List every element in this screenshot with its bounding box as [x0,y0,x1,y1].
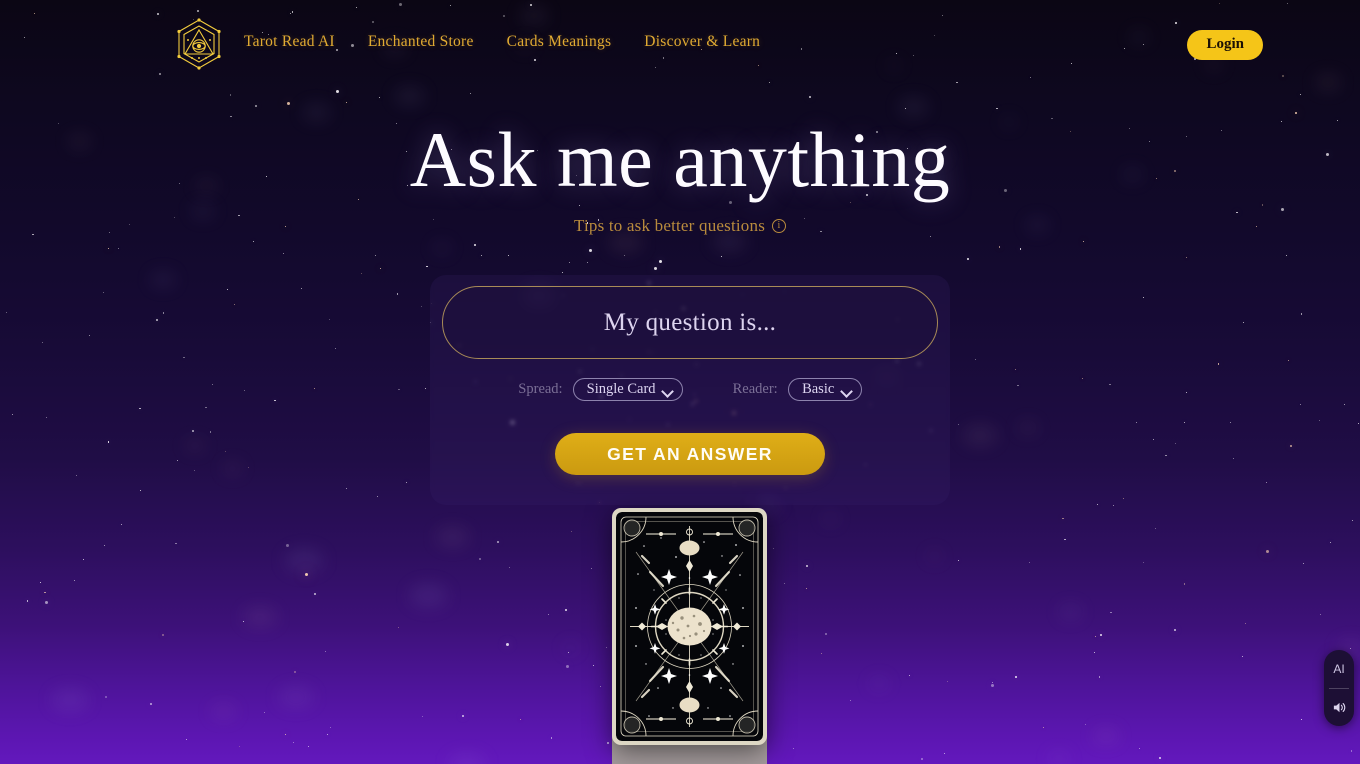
reader-select-wrapper[interactable]: Basic [787,378,862,401]
main-navigation: Tarot Read AI Enchanted Store Cards Mean… [244,33,760,51]
spread-select-wrapper[interactable]: Single Card [572,378,683,401]
spread-label: Spread: [518,381,563,397]
site-header: Tarot Read AI Enchanted Store Cards Mean… [0,0,1360,88]
tarot-card-back[interactable] [612,508,767,745]
floating-assistant-widget: AI [1324,650,1354,726]
page-title: Ask me anything [409,116,951,203]
hexagram-eye-logo-icon[interactable] [175,14,223,74]
reader-label: Reader: [732,381,778,397]
tips-link-label: Tips to ask better questions [573,215,766,235]
question-input[interactable] [442,286,938,359]
tips-link[interactable]: Tips to ask better questions i [573,215,787,236]
speaker-volume-icon[interactable] [1332,689,1347,726]
nav-item-cards-meanings[interactable]: Cards Meanings [507,33,612,51]
nav-item-discover-learn[interactable]: Discover & Learn [644,33,760,51]
login-button[interactable]: Login [1187,30,1263,60]
spread-select[interactable]: Single Card [572,378,683,401]
nav-item-tarot-read-ai[interactable]: Tarot Read AI [244,33,335,51]
hero-section: Ask me anything Tips to ask better quest… [0,120,1360,236]
ask-panel: Spread: Single Card Reader: Basic GET AN… [430,275,950,505]
tarot-card-stack [612,508,767,764]
info-circle-icon: i [772,218,787,233]
ai-assistant-button[interactable]: AI [1333,651,1344,688]
reader-select[interactable]: Basic [787,378,862,401]
reading-options: Spread: Single Card Reader: Basic [430,378,950,401]
nav-item-enchanted-store[interactable]: Enchanted Store [368,33,474,51]
get-an-answer-button[interactable]: GET AN ANSWER [555,433,825,475]
